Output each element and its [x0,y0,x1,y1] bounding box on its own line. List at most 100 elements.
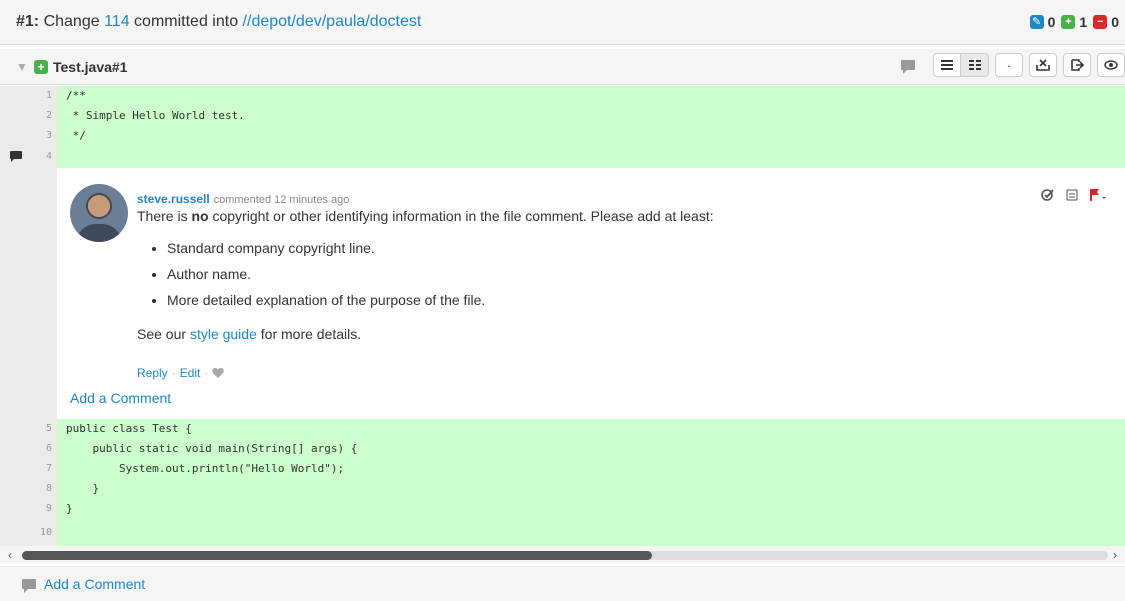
code-line [57,146,1125,168]
inline-view-button[interactable] [933,53,961,77]
change-header: #1: Change 114 committed into //depot/de… [0,0,1125,45]
inline-view-icon [941,60,953,70]
like-heart-icon[interactable] [212,368,224,378]
line-number[interactable]: 8 [0,479,57,499]
file-toolbar: · [901,53,1125,77]
add-comment-link[interactable]: Add a Comment [70,390,171,406]
edit-link[interactable]: Edit [180,366,201,380]
file-footer: Add a Comment [0,566,1125,601]
whitespace-dot-icon: · [1006,57,1012,73]
code-row[interactable]: 9 } [0,499,1125,519]
open-file-icon [1071,59,1084,71]
comment-meta: steve.russell commented 12 minutes ago [137,190,937,206]
edited-count: ✎ 0 [1029,14,1055,30]
edit-icon: ✎ [1029,15,1044,29]
code-row[interactable]: 3 */ [0,126,1125,146]
comment-text: There is no copyright or other identifyi… [137,208,714,224]
code-block-bottom: 5 public class Test { 6 public static vo… [0,419,1125,546]
line-number[interactable]: 9 [0,499,57,519]
download-icon [1036,59,1050,71]
line-number[interactable]: 5 [0,419,57,439]
side-by-side-icon [968,60,981,70]
separator: · [171,366,176,380]
code-row[interactable]: 10 [0,519,1125,546]
code-line: } [57,499,1125,519]
line-number[interactable]: 7 [0,459,57,479]
line-number[interactable]: 2 [0,106,57,126]
code-line: public class Test { [57,419,1125,439]
code-line: * Simple Hello World test. [57,106,1125,126]
comment-icon [22,579,36,593]
side-by-side-view-button[interactable] [961,53,989,77]
line-number[interactable]: 10 [0,519,57,546]
comment-body: steve.russell commented 12 minutes ago T… [137,190,937,380]
flag-menu-icon[interactable] [1089,188,1109,202]
horizontal-scrollbar[interactable]: ‹ › [0,546,1125,564]
added-count: + 1 [1061,14,1087,30]
open-file-button[interactable] [1063,53,1091,77]
code-row[interactable]: 2 * Simple Hello World test. [0,106,1125,126]
reply-link[interactable]: Reply [137,366,168,380]
code-line: public static void main(String[] args) { [57,439,1125,459]
change-number-link[interactable]: 114 [104,13,130,30]
scrollbar-track[interactable] [22,551,1108,560]
code-line: } [57,479,1125,499]
scrollbar-thumb[interactable] [22,551,652,560]
scroll-left-arrow-icon[interactable]: ‹ [2,546,18,564]
archive-icon[interactable] [1065,188,1079,202]
code-block-top: 1 /** 2 * Simple Hello World test. 3 */ … [0,86,1125,168]
line-number[interactable]: 4 [0,146,57,168]
diff-view-toggle [933,53,989,77]
line-number[interactable]: 1 [0,86,57,106]
comment-gutter [0,168,57,419]
change-title: #1: Change 114 committed into //depot/de… [16,13,421,31]
code-line: /** [57,86,1125,106]
avatar[interactable] [70,184,128,242]
chevron-down-icon[interactable]: ▼ [16,60,30,74]
line-number[interactable]: 3 [0,126,57,146]
code-row[interactable]: 6 public static void main(String[] args)… [0,439,1125,459]
code-row[interactable]: 4 [0,146,1125,168]
add-icon: + [1061,15,1076,29]
style-guide-link[interactable]: style guide [190,326,257,342]
code-line: */ [57,126,1125,146]
code-row[interactable]: 1 /** [0,86,1125,106]
list-item: Standard company copyright line. [167,240,937,256]
depot-path-link[interactable]: //depot/dev/paula/doctest [243,13,422,30]
toggle-comments-icon[interactable] [901,60,915,74]
line-number[interactable]: 6 [0,439,57,459]
code-row[interactable]: 5 public class Test { [0,419,1125,439]
file-name[interactable]: Test.java#1 [53,59,127,75]
review-page: #1: Change 114 committed into //depot/de… [0,0,1125,601]
comment-actions: Reply · Edit · [137,366,937,380]
code-line [57,519,1125,546]
change-index: #1: [16,13,40,30]
code-row[interactable]: 8 } [0,479,1125,499]
line-comment-icon[interactable] [10,151,22,162]
file-stats: ✎ 0 + 1 − 0 [1029,14,1119,30]
comment-author[interactable]: steve.russell [137,192,210,206]
list-item: More detailed explanation of the purpose… [167,292,937,308]
comment-tools [1041,188,1109,202]
comment-timestamp: commented 12 minutes ago [213,194,350,206]
change-label: Change [43,13,100,30]
add-file-comment-link[interactable]: Add a Comment [44,576,145,592]
comment-list: Standard company copyright line. Author … [167,240,937,308]
file-header[interactable]: ▼ + Test.java#1 · [0,49,1125,85]
list-item: Author name. [167,266,937,282]
eye-icon [1104,60,1118,70]
deleted-count: − 0 [1093,14,1119,30]
separator: · [204,366,209,380]
code-line: System.out.println("Hello World"); [57,459,1125,479]
comment-thread: steve.russell commented 12 minutes ago T… [0,168,1125,419]
file-added-icon: + [34,59,48,74]
delete-icon: − [1093,15,1108,29]
show-whitespace-button[interactable]: · [995,53,1023,77]
committed-label: committed into [134,13,239,30]
code-row[interactable]: 7 System.out.println("Hello World"); [0,459,1125,479]
scroll-right-arrow-icon[interactable]: › [1107,546,1123,564]
download-button[interactable] [1029,53,1057,77]
task-check-icon[interactable] [1041,188,1055,202]
comment-see-also: See our style guide for more details. [137,326,362,342]
view-file-button[interactable] [1097,53,1125,77]
